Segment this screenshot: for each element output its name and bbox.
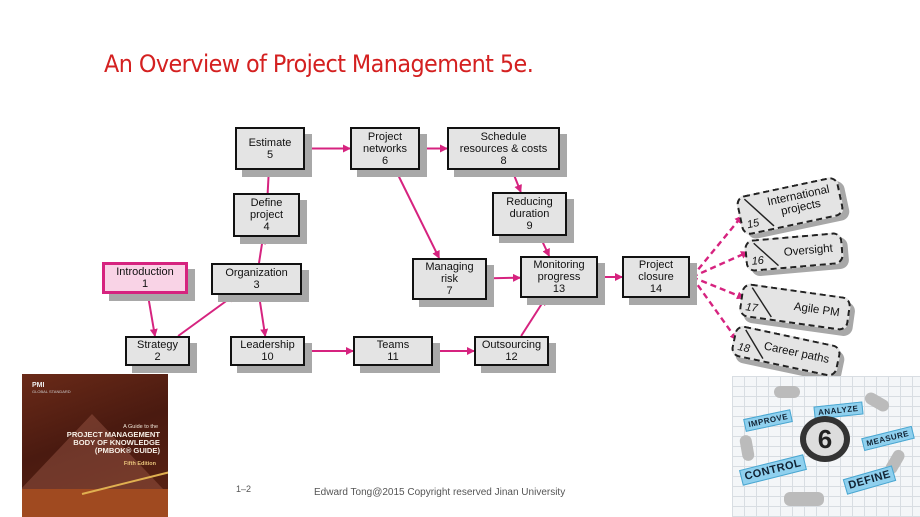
book-title: PROJECT MANAGEMENT BODY OF KNOWLEDGE (PM… [67,431,160,455]
node-label-line: 5 [266,148,274,161]
diagram-node-introduction: Introduction 1 [102,262,188,294]
node-label-line: 12 [505,351,518,363]
label-define: DEFINE [842,465,897,495]
cycle-arrow-icon [862,390,892,414]
cycle-arrow-icon [774,386,800,398]
node-label-line: 8 [500,154,507,167]
book-edition: Fifth Edition [123,461,156,467]
label-improve: IMPROVE [743,409,794,432]
diagram-node-define-project: Define project 4 [233,193,300,237]
cover-bottom-band [22,489,168,517]
node-label-line: Project [638,259,674,271]
node-label-line: Outsourcing [481,339,542,351]
diagram-node-schedule-resources-costs: Schedule resources & costs 8 [447,127,560,170]
node-label-line: 3 [253,279,260,291]
arrow-7-to-13 [486,273,521,282]
extension-number: 17 [744,301,759,315]
node-label-line: 13 [552,283,566,295]
diagram-node-teams: Teams 11 [353,336,433,366]
dashed-arrow-14-to-16 [691,250,749,279]
node-label-line: project [249,209,284,221]
node-label-line: 2 [154,351,161,363]
node-label-line: risk [440,273,459,285]
arrow-2-to-3 [177,294,236,337]
node-label-line: Define [250,197,283,209]
arrow-1-to-2 [146,293,158,337]
node-label-line: 1 [141,278,149,290]
node-label-line: 6 [381,154,389,167]
footer-copyright: Edward Tong@2015 Copyright reserved Jina… [314,487,566,498]
node-label-line: 10 [261,351,274,363]
six-sigma-symbol-icon: 6 [800,416,850,462]
node-label-line: progress [537,271,581,283]
node-label-line: 11 [387,351,399,363]
page-number: 1–2 [236,484,252,494]
node-label-line: Project [367,130,403,143]
node-label-line: Strategy [137,339,178,351]
node-label-line: closure [638,271,674,283]
diagram-node-organization: Organization 3 [211,263,302,295]
diagram-node-project-closure: Project closure 14 [622,256,690,298]
diagram-node-estimate: Estimate 5 [235,127,305,170]
node-label-line: Schedule [480,130,527,143]
diagram-node-reducing-duration: Reducing duration 9 [492,192,567,236]
node-label-line: Leadership [240,339,295,351]
node-label-line: Teams [376,339,410,351]
arrow-9-to-13 [538,235,551,257]
label-measure: MEASURE [861,425,915,452]
node-label-line: Introduction [116,266,174,278]
node-label-line: duration [509,208,550,220]
node-label-line: 7 [446,285,453,297]
arrow-3-to-10 [257,294,269,337]
node-label-line: networks [362,142,408,155]
pmi-logo: PMI GLOBAL STANDARD [32,382,71,394]
book-title-line: (PMBOK® GUIDE) [94,446,160,455]
cycle-arrow-icon [784,492,824,506]
node-label-line: Managing [425,261,474,273]
arrow-6-to-7 [394,169,441,259]
arrow-12-to-13 [520,297,547,337]
diagram-node-strategy: Strategy 2 [125,336,190,366]
cycle-arrow-icon [738,434,756,462]
node-label-line: 14 [649,283,663,295]
node-label-line: 9 [526,220,533,232]
node-label-line: resources & costs [459,142,548,155]
diagram-node-leadership: Leadership 10 [230,336,305,366]
extension-number: 16 [751,254,765,268]
extension-number: 15 [745,216,761,232]
arrow-8-to-9 [511,169,522,193]
diagram-node-project-networks: Project networks 6 [350,127,420,170]
node-label-line: Organization [225,267,288,279]
diagram-node-managing-risk: Managing risk 7 [412,258,487,300]
arrow-3-to-4 [258,236,266,264]
diagram-node-monitoring-progress: Monitoring progress 13 [520,256,598,298]
arrow-4-to-5 [264,169,273,194]
pmbok-book-cover-image: PMI GLOBAL STANDARD A Guide to the PROJEC… [22,374,168,517]
node-label-line: Reducing [506,196,553,208]
node-label-line: Monitoring [533,259,585,271]
six-sigma-dmaic-image: IMPROVE ANALYZE MEASURE CONTROL DEFINE 6 [732,376,920,517]
node-label-line: 4 [263,221,270,233]
node-label-line: Estimate [248,136,292,149]
dashed-arrow-14-to-15 [691,215,743,278]
extension-number: 18 [736,341,752,356]
diagram-node-outsourcing: Outsourcing 12 [474,336,549,366]
